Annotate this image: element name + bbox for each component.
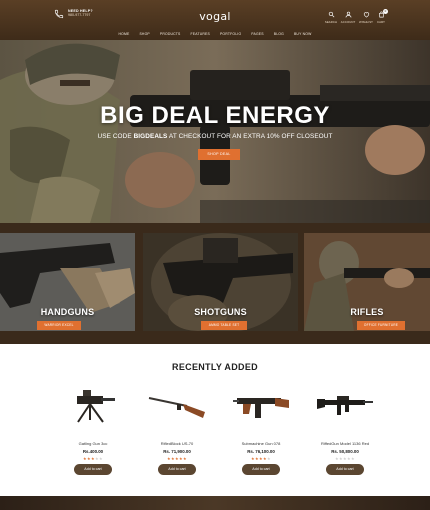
cart-count-badge: 0 — [383, 9, 388, 14]
add-to-cart-button[interactable]: Add to cart — [326, 464, 364, 475]
product-name[interactable]: RifledBlock US-70 — [137, 441, 217, 446]
submachine-gun-image[interactable] — [231, 386, 291, 426]
shop-deal-button[interactable]: SHOP DEAL — [198, 149, 240, 160]
account-label: ACCOUNT — [340, 20, 356, 24]
product-rating: ★★★★★ — [83, 456, 103, 461]
category-button-shotguns[interactable]: AMMO TABLE SET — [201, 321, 247, 330]
search-icon — [328, 11, 334, 18]
gatling-gun-image[interactable] — [63, 386, 123, 426]
product-price: Rs. 50,800.00 — [331, 449, 359, 454]
product-card[interactable]: RifledBlock US-70 Rs. 71,900.00 ★★★★★ Ad… — [137, 382, 217, 482]
rifle-product-image[interactable] — [147, 386, 207, 426]
footer-banner-strip — [0, 496, 430, 510]
hero-subtitle: USE CODE BIGDEALS AT CHECKOUT FOR AN EXT… — [0, 133, 430, 140]
hero-title: BIG DEAL ENERGY — [100, 102, 330, 129]
add-to-cart-button[interactable]: Add to cart — [242, 464, 280, 475]
hero-soldier-image — [0, 40, 430, 223]
hero-sub-prefix: USE CODE — [97, 133, 134, 140]
search-button[interactable]: SEARCH — [322, 11, 340, 24]
product-price: Rs. 76,100.00 — [247, 449, 275, 454]
site-header: NEED HELP? 980-977-7797 vogal SEARCH ACC… — [0, 0, 430, 40]
product-card[interactable]: RiffedGun Model 1136 Red Rs. 50,800.00 ★… — [305, 382, 385, 482]
category-button-rifles[interactable]: OFFICE FURNITURE — [357, 321, 405, 330]
category-title-rifles: RIFLES — [350, 307, 384, 317]
recently-added-section: RECENTLY ADDED Gatling Gun 3cc Rs.400.00… — [0, 344, 430, 496]
category-title-handguns: HANDGUNS — [40, 307, 95, 317]
wishlist-label: WISHLIST — [358, 20, 373, 24]
nav-item-home[interactable]: HOME — [118, 32, 129, 36]
nav-item-blog[interactable]: BLOG — [274, 32, 284, 36]
hero-banner: BIG DEAL ENERGY USE CODE BIGDEALS AT CHE… — [0, 40, 430, 223]
product-price: Rs.400.00 — [82, 449, 104, 454]
search-label: SEARCH — [324, 20, 338, 24]
cart-button[interactable]: CART 0 — [372, 9, 390, 24]
promo-code: BIGDEALS — [133, 133, 168, 140]
heart-icon — [363, 12, 369, 18]
add-to-cart-button[interactable]: Add to cart — [158, 464, 196, 475]
category-card-rifles[interactable]: RIFLES OFFICE FURNITURE — [304, 233, 430, 331]
section-title: RECENTLY ADDED — [172, 362, 258, 372]
nav-item-products[interactable]: PRODUCTS — [160, 32, 181, 36]
assault-rifle-image[interactable] — [315, 386, 375, 426]
cart-label: CART — [377, 20, 385, 24]
category-title-shotguns: SHOTGUNS — [194, 307, 247, 317]
product-rating: ★★★★★ — [167, 456, 187, 461]
nav-item-features[interactable]: FEATURES — [191, 32, 210, 36]
category-section: HANDGUNS WARRIOR EXCEL SHOTGUNS AMMO TAB… — [0, 223, 430, 344]
product-name[interactable]: Submachine Gun 078 — [221, 441, 301, 446]
product-rating: ★★★★★ — [335, 456, 355, 461]
user-icon — [345, 11, 351, 18]
nav-item-portfolio[interactable]: PORTFOLIO — [220, 32, 241, 36]
product-name[interactable]: RiffedGun Model 1136 Red — [305, 441, 385, 446]
nav-item-buy-now[interactable]: BUY NOW — [294, 32, 312, 36]
main-nav: HOME SHOP PRODUCTS FEATURES PORTFOLIO PA… — [0, 27, 430, 40]
add-to-cart-button[interactable]: Add to cart — [74, 464, 112, 475]
product-card[interactable]: Submachine Gun 078 Rs. 76,100.00 ★★★★★ A… — [221, 382, 301, 482]
nav-item-shop[interactable]: SHOP — [139, 32, 149, 36]
product-price: Rs. 71,900.00 — [163, 449, 191, 454]
category-card-shotguns[interactable]: SHOTGUNS AMMO TABLE SET — [143, 233, 298, 331]
nav-item-pages[interactable]: PAGES — [251, 32, 263, 36]
category-button-handguns[interactable]: WARRIOR EXCEL — [37, 321, 81, 330]
category-card-handguns[interactable]: HANDGUNS WARRIOR EXCEL — [0, 233, 135, 331]
account-button[interactable]: ACCOUNT — [339, 11, 357, 24]
hero-sub-suffix: AT CHECKOUT FOR AN EXTRA 10% OFF CLOSEOU… — [167, 133, 333, 140]
product-name[interactable]: Gatling Gun 3cc — [53, 441, 133, 446]
product-card[interactable]: Gatling Gun 3cc Rs.400.00 ★★★★★ Add to c… — [53, 382, 133, 482]
product-rating: ★★★★★ — [251, 456, 271, 461]
